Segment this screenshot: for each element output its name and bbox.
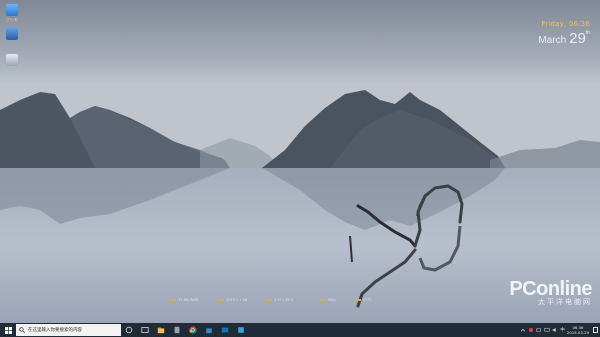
- desktop-icon-computer[interactable]: 此电脑: [2, 4, 22, 22]
- network-icon: [6, 28, 18, 40]
- desktop: 此电脑 Friday, 06:36 March 29th 43.6% RAM 20…: [0, 0, 600, 323]
- status-item: 27°C: [355, 298, 372, 302]
- calculator-icon: [174, 326, 180, 334]
- status-item: 2019.1.1 08: [218, 298, 247, 302]
- taskbar-app-button[interactable]: [201, 323, 217, 337]
- taskbar-app-button[interactable]: [185, 323, 201, 337]
- clock-month: March: [538, 35, 567, 46]
- volume-icon: [553, 327, 557, 333]
- taskbar-app-button[interactable]: [169, 323, 185, 337]
- battery-icon: [536, 328, 542, 332]
- task-view-icon: [125, 326, 133, 334]
- tray-network[interactable]: [544, 327, 551, 333]
- watermark-subtitle: 太平洋电脑网: [538, 298, 592, 306]
- clock-weekday: Friday: [541, 20, 564, 28]
- desktop-icon-label: 此电脑: [6, 17, 18, 22]
- chevron-up-icon: [521, 328, 526, 332]
- search-icon: [19, 327, 25, 333]
- search-placeholder: 在这里输入你要搜索的内容: [28, 328, 82, 333]
- tray-app-icon[interactable]: [528, 327, 534, 333]
- taskbar-app-button[interactable]: [233, 323, 249, 337]
- tray-chevron-up[interactable]: [520, 327, 526, 333]
- clock-widget: Friday, 06:36 March 29th: [538, 20, 590, 47]
- desktop-icon-recycle-bin[interactable]: [2, 54, 22, 66]
- status-item: 98%: [320, 298, 336, 302]
- tray-app-icon[interactable]: [536, 327, 542, 333]
- taskbar: 在这里输入你要搜索的内容 中 06:36 2019-03-29: [0, 323, 600, 337]
- wallpaper-landscape: [0, 0, 600, 323]
- network-icon: [544, 327, 551, 332]
- action-center-button[interactable]: [593, 327, 598, 333]
- store-icon: [206, 328, 212, 334]
- desktop-icon-network[interactable]: [2, 28, 22, 40]
- multitask-icon: [141, 327, 149, 333]
- status-item: 43.6% RAM: [170, 298, 198, 302]
- clock-day: 29: [569, 30, 586, 47]
- taskbar-clock[interactable]: 06:36 2019-03-29: [567, 325, 589, 335]
- recycle-bin-icon: [6, 54, 18, 66]
- clock-day-suffix: th: [585, 30, 590, 36]
- windows-logo-icon: [4, 326, 12, 334]
- tray-volume[interactable]: [552, 327, 558, 333]
- input-method-indicator[interactable]: 中: [560, 327, 565, 333]
- status-item: 2.97 / 35.6: [266, 298, 293, 302]
- app-icon: [238, 327, 244, 333]
- taskbar-date: 2019-03-29: [566, 330, 589, 335]
- terminal-icon: [221, 327, 229, 333]
- file-explorer-icon: [157, 327, 165, 334]
- computer-icon: [6, 4, 18, 16]
- taskbar-app-button[interactable]: [153, 323, 169, 337]
- taskbar-app-button[interactable]: [217, 323, 233, 337]
- taskbar-search-box[interactable]: 在这里输入你要搜索的内容: [16, 324, 121, 336]
- clock-time: 06:36: [568, 20, 590, 28]
- system-status-strip: 43.6% RAM 2019.1.1 08 2.97 / 35.6 98% 27…: [170, 298, 410, 306]
- chrome-icon: [189, 326, 197, 334]
- watermark: PConline 太平洋电脑网: [509, 278, 592, 307]
- start-button[interactable]: [0, 323, 16, 337]
- task-view-button[interactable]: [121, 323, 137, 337]
- antivirus-icon: [529, 327, 534, 333]
- taskbar-app-button[interactable]: [137, 323, 153, 337]
- system-tray: 中 06:36 2019-03-29: [520, 323, 598, 337]
